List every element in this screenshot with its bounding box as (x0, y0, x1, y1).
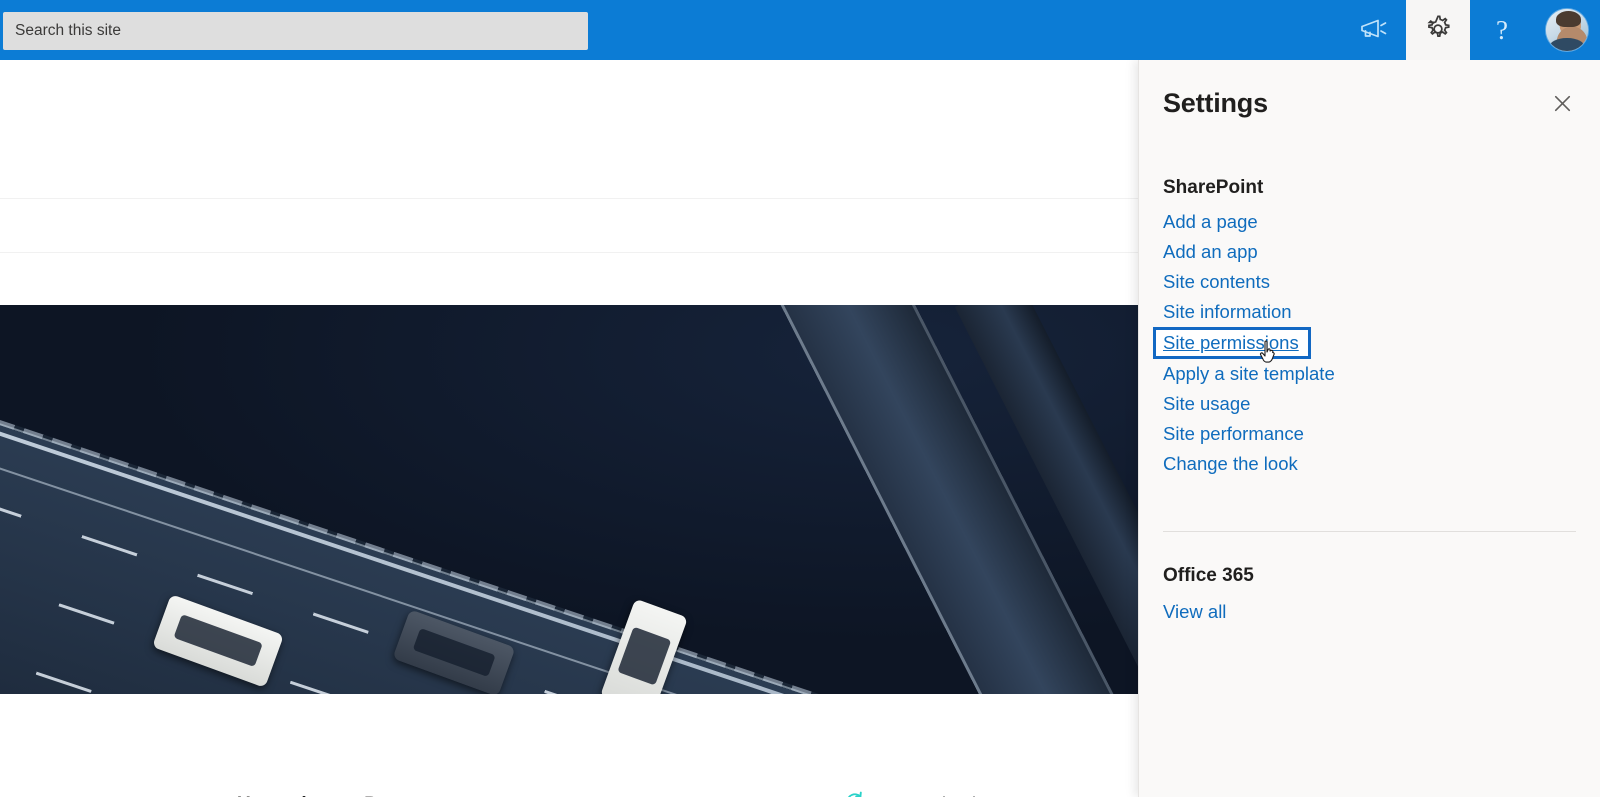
suite-bar: ? (0, 0, 1600, 60)
close-icon (1553, 94, 1572, 118)
refresh-icon (843, 790, 867, 797)
question-mark-icon: ? (1496, 14, 1508, 45)
avatar-hair (1556, 10, 1582, 28)
group-heading-office365: Office 365 (1163, 565, 1254, 586)
suite-actions: ? (1342, 0, 1600, 60)
link-site-performance[interactable]: Site performance (1163, 419, 1304, 449)
link-view-all[interactable]: View all (1163, 597, 1226, 627)
link-site-usage[interactable]: Site usage (1163, 389, 1250, 419)
close-panel-button[interactable] (1544, 88, 1580, 124)
link-add-a-page[interactable]: Add a page (1163, 207, 1258, 237)
megaphone-icon-button[interactable] (1342, 0, 1406, 60)
search-box[interactable] (3, 12, 588, 50)
account-avatar-button[interactable] (1534, 0, 1600, 60)
panel-section-divider (1163, 531, 1576, 532)
link-site-contents[interactable]: Site contents (1163, 267, 1270, 297)
link-site-permissions[interactable]: Site permissions (1153, 327, 1311, 359)
sync-calendar-button[interactable]: Sync calendar (843, 790, 992, 797)
link-site-information[interactable]: Site information (1163, 297, 1292, 327)
avatar (1546, 9, 1588, 51)
megaphone-icon (1359, 17, 1389, 44)
link-apply-a-site-template[interactable]: Apply a site template (1163, 359, 1335, 389)
group-heading-sharepoint: SharePoint (1163, 177, 1264, 198)
avatar-shirt (1549, 38, 1585, 51)
events-toolbar: Upcoming Past Sync calendar (0, 754, 1138, 797)
settings-panel: Settings SharePoint Add a page Add an ap… (1138, 60, 1600, 797)
settings-panel-body: SharePoint Add a page Add an app Site co… (1139, 177, 1600, 627)
help-button[interactable]: ? (1470, 0, 1534, 60)
page-content: Upcoming Past Sync calendar (0, 60, 1138, 797)
settings-panel-header: Settings (1139, 60, 1600, 152)
sharepoint-link-list: Add a page Add an app Site contents Site… (1153, 207, 1576, 479)
settings-gear-button[interactable] (1406, 0, 1470, 60)
content-divider-2 (0, 252, 1138, 253)
sharepoint-site-page: ? (0, 0, 1600, 797)
panel-title: Settings (1163, 88, 1268, 118)
content-divider-1 (0, 198, 1138, 199)
link-change-the-look[interactable]: Change the look (1163, 449, 1298, 479)
link-add-an-app[interactable]: Add an app (1163, 237, 1258, 267)
search-input[interactable] (3, 12, 588, 50)
gear-icon (1423, 14, 1453, 47)
hero-image (0, 305, 1138, 694)
